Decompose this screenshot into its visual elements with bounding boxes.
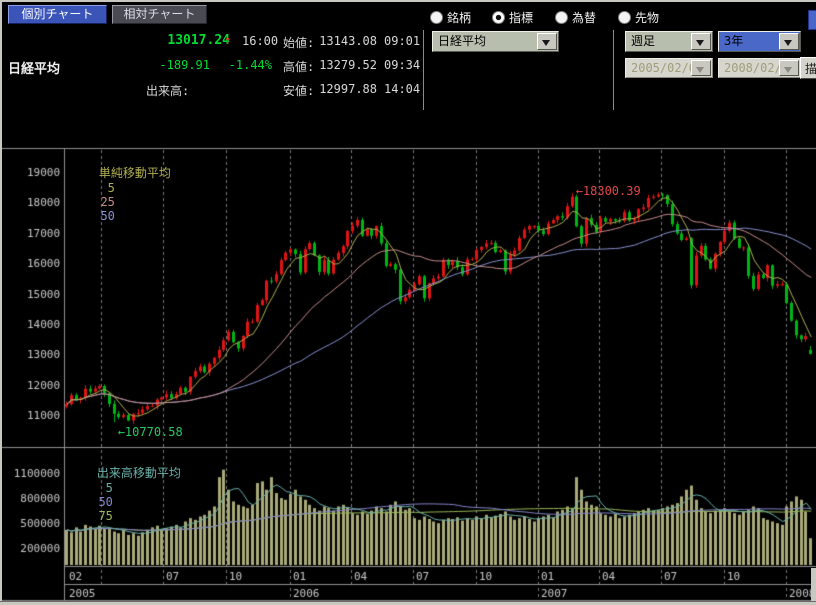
high-time: 09:34 [384, 58, 420, 72]
low-label: 安値: [283, 82, 314, 99]
symbol-select-value: 日経平均 [438, 34, 486, 48]
open-label: 始値: [283, 34, 314, 51]
change-percent: -1.44% [218, 58, 272, 72]
volume-ma75-period: 75 [97, 509, 113, 523]
date-from-select[interactable]: 2005/02/08 [625, 58, 713, 78]
chart-window: 個別チャート 相対チャート 日経平均 13017.24 ↑ 16:00 始値: … [0, 0, 816, 605]
scrollbar-corner [811, 568, 816, 601]
quote-time: 16:00 [242, 34, 278, 48]
scrollbar-fragment [808, 10, 816, 30]
radio-icon [492, 11, 505, 24]
range-select[interactable]: 3年 [718, 31, 801, 52]
low-time: 14:04 [384, 82, 420, 96]
chevron-down-icon [779, 60, 799, 76]
price-ma50-period: 50 [99, 209, 115, 223]
volume-ma5-period: 5 [97, 481, 113, 495]
price-ma-legend-label: 単純移動平均 [99, 164, 171, 181]
radio-forex[interactable]: 為替 [555, 10, 596, 24]
chevron-down-icon[interactable] [779, 33, 799, 50]
open-value: 13143.08 [315, 34, 377, 48]
radio-futures[interactable]: 先物 [618, 10, 659, 24]
chevron-down-icon [691, 60, 711, 76]
tab-individual-chart[interactable]: 個別チャート [8, 5, 107, 24]
radio-index-label: 指標 [509, 9, 533, 26]
volume-ma-legend: 出来高移動平均 5 50 75 [68, 450, 195, 537]
low-annotation: ←10770.58 [118, 425, 183, 439]
range-select-value: 3年 [724, 34, 743, 48]
direction-arrow-icon: ↑ [224, 33, 231, 47]
period-select-value: 週足 [631, 34, 655, 48]
low-value: 12997.88 [315, 82, 377, 96]
radio-icon [618, 11, 631, 24]
radio-icon [430, 11, 443, 24]
radio-stock[interactable]: 銘柄 [430, 10, 471, 24]
vertical-separator [613, 30, 614, 110]
high-annotation: ←18300.39 [576, 184, 641, 198]
window-frame-top [0, 0, 816, 2]
tab-relative-chart[interactable]: 相対チャート [112, 5, 207, 24]
radio-forex-label: 為替 [572, 9, 596, 26]
volume-ma50-period: 50 [97, 495, 113, 509]
period-select[interactable]: 週足 [625, 31, 713, 52]
radio-icon [555, 11, 568, 24]
radio-futures-label: 先物 [635, 9, 659, 26]
instrument-name: 日経平均 [8, 58, 60, 77]
price-ma5-period: 5 [99, 181, 115, 195]
last-price: 13017.24 [140, 33, 230, 48]
change-value: -189.91 [140, 58, 210, 72]
chevron-down-icon[interactable] [537, 33, 557, 50]
volume-label: 出来高: [146, 82, 189, 99]
volume-ma-legend-label: 出来高移動平均 [97, 464, 181, 481]
high-label: 高値: [283, 58, 314, 75]
window-frame-bottom [0, 601, 816, 605]
price-ma25-period: 25 [99, 195, 115, 209]
open-time: 09:01 [384, 34, 420, 48]
symbol-select[interactable]: 日経平均 [432, 31, 559, 52]
chevron-down-icon[interactable] [691, 33, 711, 50]
window-frame-left [0, 0, 2, 605]
radio-index[interactable]: 指標 [492, 10, 533, 24]
radio-stock-label: 銘柄 [447, 9, 471, 26]
high-value: 13279.52 [315, 58, 377, 72]
draw-button[interactable]: 描 [800, 57, 816, 79]
date-to-select[interactable]: 2008/02/08 [718, 58, 801, 78]
price-ma-legend: 単純移動平均 5 25 50 [70, 150, 185, 237]
vertical-separator [423, 30, 424, 110]
